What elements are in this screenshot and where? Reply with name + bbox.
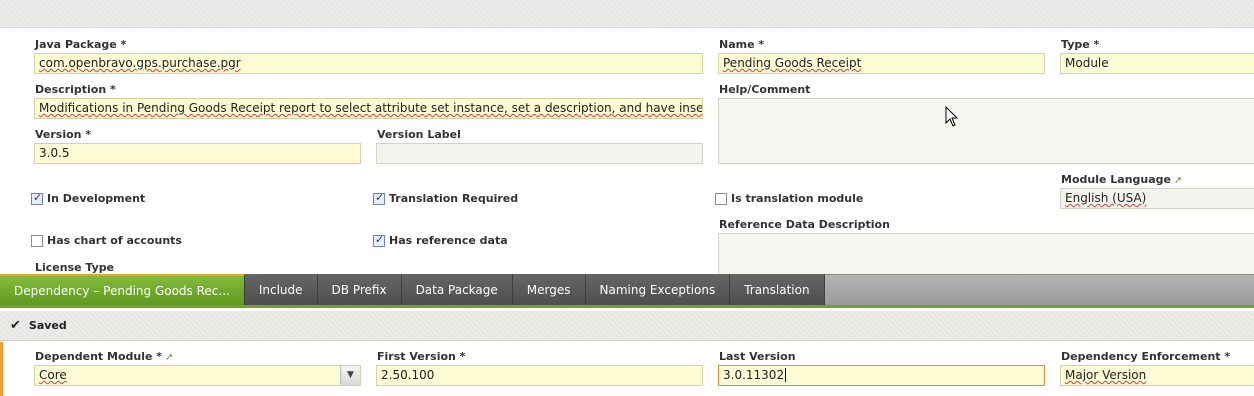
- translation-required-label: Translation Required: [389, 192, 519, 205]
- translation-required-checkbox[interactable]: Translation Required: [373, 191, 519, 205]
- status-bar: ✔ Saved: [0, 311, 1254, 341]
- type-label: Type *: [1061, 38, 1100, 51]
- module-language-label-wrap: Module Language ➚: [1061, 173, 1182, 186]
- java-package-label: Java Package *: [35, 38, 127, 51]
- tab-data-package[interactable]: Data Package: [401, 274, 513, 305]
- has-chart-of-accounts-label: Has chart of accounts: [47, 234, 182, 247]
- top-toolbar-strip: [0, 0, 1254, 28]
- has-chart-of-accounts-checkbox[interactable]: Has chart of accounts: [31, 234, 182, 247]
- dependent-module-label: Dependent Module *: [35, 350, 163, 363]
- type-value: Module: [1065, 56, 1109, 70]
- tab-merges[interactable]: Merges: [512, 274, 586, 305]
- version-label: Version *: [35, 128, 92, 141]
- status-text: Saved: [28, 319, 67, 332]
- tab-include[interactable]: Include: [244, 274, 318, 305]
- checkbox-unchecked-icon: [715, 192, 727, 205]
- first-version-value: 2.50.100: [381, 368, 435, 382]
- description-label: Description *: [35, 83, 116, 96]
- checkbox-checked-icon: [31, 191, 43, 205]
- module-language-value: English (USA): [1065, 191, 1147, 205]
- description-field[interactable]: Modifications in Pending Goods Receipt r…: [34, 98, 703, 119]
- dependency-enforcement-select[interactable]: Major Version: [1060, 365, 1254, 386]
- license-type-label: License Type: [35, 261, 115, 274]
- last-version-value: 3.0.11302: [723, 368, 785, 382]
- dependent-module-label-wrap: Dependent Module * ➚: [35, 350, 173, 363]
- tab-naming-exceptions[interactable]: Naming Exceptions: [585, 274, 731, 305]
- is-translation-module-label: Is translation module: [731, 192, 864, 205]
- dependency-enforcement-value: Major Version: [1065, 368, 1147, 382]
- dependency-form: Dependent Module * ➚ Core ▼ First Version…: [0, 342, 1254, 396]
- type-select[interactable]: Module: [1060, 53, 1254, 74]
- dependency-enforcement-label: Dependency Enforcement *: [1061, 350, 1231, 363]
- link-arrow-icon[interactable]: ➚: [1174, 175, 1182, 186]
- name-field[interactable]: Pending Goods Receipt: [718, 53, 1045, 74]
- java-package-field[interactable]: com.openbravo.gps.purchase.pgr: [34, 53, 703, 74]
- tab-db-prefix[interactable]: DB Prefix: [317, 274, 402, 305]
- name-value: Pending Goods Receipt: [723, 56, 862, 70]
- reference-data-description-label: Reference Data Description: [719, 218, 890, 231]
- tab-dependency[interactable]: Dependency – Pending Goods Rec...: [0, 274, 245, 305]
- child-tab-bar: Dependency – Pending Goods Rec... Includ…: [0, 274, 1254, 308]
- has-reference-data-label: Has reference data: [389, 234, 508, 247]
- mouse-pointer-icon: [945, 106, 959, 127]
- version-field[interactable]: 3.0.5: [34, 143, 361, 164]
- checkbox-checked-icon: [373, 191, 385, 205]
- reference-data-description-textarea[interactable]: [718, 233, 1254, 277]
- last-version-field[interactable]: 3.0.11302: [718, 365, 1045, 386]
- in-development-label: In Development: [47, 192, 146, 205]
- description-value: Modifications in Pending Goods Receipt r…: [39, 101, 703, 115]
- help-comment-textarea[interactable]: [718, 98, 1254, 164]
- is-translation-module-checkbox[interactable]: Is translation module: [715, 192, 863, 205]
- version-value: 3.0.5: [39, 146, 70, 160]
- in-development-checkbox[interactable]: In Development: [31, 191, 146, 205]
- tab-translation[interactable]: Translation: [730, 274, 825, 305]
- checkbox-unchecked-icon: [31, 234, 43, 247]
- version-label-field[interactable]: [376, 143, 703, 164]
- dependent-module-value: Core: [39, 368, 67, 382]
- help-comment-label: Help/Comment: [719, 83, 811, 96]
- name-label: Name *: [719, 38, 765, 51]
- module-language-field[interactable]: English (USA): [1060, 188, 1254, 209]
- checkbox-checked-icon: [373, 233, 385, 247]
- first-version-field[interactable]: 2.50.100: [376, 365, 703, 386]
- first-version-label: First Version *: [377, 350, 466, 363]
- module-form: Java Package * com.openbravo.gps.purchas…: [0, 28, 1254, 277]
- version-label-label: Version Label: [377, 128, 461, 141]
- link-arrow-icon[interactable]: ➚: [165, 352, 173, 363]
- checkmark-icon: ✔: [10, 318, 21, 333]
- last-version-label: Last Version: [719, 350, 796, 363]
- dependent-module-combo[interactable]: Core ▼: [34, 365, 361, 386]
- java-package-value: com.openbravo.gps.purchase.pgr: [39, 56, 241, 70]
- module-language-label: Module Language: [1061, 173, 1171, 186]
- chevron-down-icon[interactable]: ▼: [340, 366, 360, 385]
- text-caret: [785, 368, 787, 382]
- has-reference-data-checkbox[interactable]: Has reference data: [373, 233, 508, 247]
